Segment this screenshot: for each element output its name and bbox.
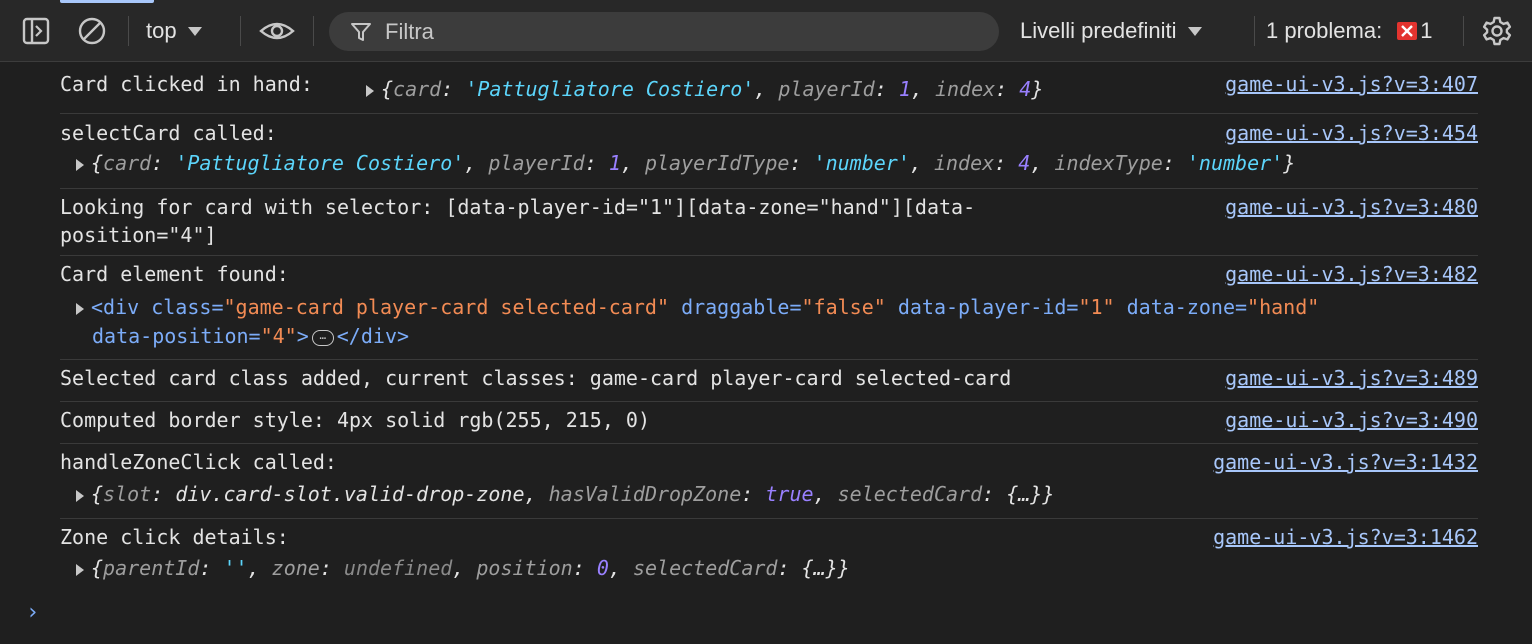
message-text: Card element found: <box>60 262 289 286</box>
toolbar-separator <box>313 16 314 46</box>
expand-arrow-icon[interactable] <box>76 302 84 315</box>
active-tab-indicator <box>60 0 154 3</box>
toolbar-separator <box>1463 16 1464 46</box>
object-preview[interactable]: {card: 'Pattugliatore Costiero', playerI… <box>76 151 1295 175</box>
source-link[interactable]: game-ui-v3.js?v=3:454 <box>1225 121 1478 145</box>
filter-icon <box>351 22 371 41</box>
expand-arrow-icon[interactable] <box>76 563 84 576</box>
gear-icon <box>1482 16 1512 46</box>
console-prompt[interactable]: › <box>26 600 39 625</box>
element-preview-continued: data-position="4">… </div> <box>92 324 410 348</box>
source-link[interactable]: game-ui-v3.js?v=3:1432 <box>1213 450 1478 474</box>
issues-count: 1 <box>1420 18 1433 43</box>
live-expression-button[interactable] <box>256 13 298 49</box>
element-preview[interactable]: <div class="game-card player-card select… <box>76 295 1319 319</box>
object-preview[interactable]: {parentId: '', zone: undefined, position… <box>76 556 850 580</box>
source-link[interactable]: game-ui-v3.js?v=3:489 <box>1225 366 1478 390</box>
message-text: Looking for card with selector: [data-pl… <box>60 195 976 219</box>
console-message: Card clicked in hand: {card: 'Pattugliat… <box>60 62 1478 114</box>
context-selector[interactable]: top <box>146 13 226 49</box>
source-link[interactable]: game-ui-v3.js?v=3:490 <box>1225 408 1478 432</box>
console-message: selectCard called: {card: 'Pattugliatore… <box>60 113 1478 189</box>
toolbar-separator <box>240 16 241 46</box>
filter-input[interactable] <box>385 18 985 45</box>
chevron-down-icon <box>1187 27 1202 36</box>
object-preview[interactable]: {card: 'Pattugliatore Costiero', playerI… <box>366 77 1043 101</box>
console-message: Selected card class added, current class… <box>60 359 1478 402</box>
message-text-continued: position="4"] <box>60 223 217 247</box>
log-levels-label: Livelli predefiniti <box>1020 18 1177 43</box>
sidebar-toggle-icon <box>22 17 50 45</box>
console-message: Computed border style: 4px solid rgb(255… <box>60 401 1478 444</box>
collapsed-children-icon[interactable]: … <box>311 329 334 346</box>
source-link[interactable]: game-ui-v3.js?v=3:480 <box>1225 195 1478 219</box>
expand-arrow-icon[interactable] <box>76 489 84 502</box>
toolbar-separator <box>1254 16 1255 46</box>
settings-button[interactable] <box>1478 13 1516 49</box>
clear-console-icon <box>78 17 106 45</box>
source-link[interactable]: game-ui-v3.js?v=3:407 <box>1225 72 1478 96</box>
issues-button[interactable]: 1 problema: 1 <box>1266 13 1452 49</box>
expand-arrow-icon[interactable] <box>76 158 84 171</box>
console-message: Zone click details: {parentId: '', zone:… <box>60 518 1478 593</box>
expand-arrow-icon[interactable] <box>366 84 374 97</box>
source-link[interactable]: game-ui-v3.js?v=3:482 <box>1225 262 1478 286</box>
source-link[interactable]: game-ui-v3.js?v=3:1462 <box>1213 525 1478 549</box>
clear-console-button[interactable] <box>74 13 110 49</box>
issues-label: 1 problema: <box>1266 18 1383 43</box>
context-label: top <box>146 18 177 43</box>
console-message: handleZoneClick called: {slot: div.card-… <box>60 443 1478 519</box>
console-message: Card element found: <div class="game-car… <box>60 255 1478 360</box>
message-text: Computed border style: 4px solid rgb(255… <box>60 408 651 432</box>
chevron-down-icon <box>187 27 202 36</box>
message-text: Zone click details: <box>60 525 289 549</box>
message-text: Selected card class added, current class… <box>60 366 1012 390</box>
message-text: Card clicked in hand: <box>60 72 313 96</box>
sidebar-toggle-button[interactable] <box>18 13 54 49</box>
filter-bar[interactable] <box>329 12 999 51</box>
eye-icon <box>259 22 295 40</box>
message-text: selectCard called: <box>60 121 277 145</box>
message-text: handleZoneClick called: <box>60 450 337 474</box>
error-icon <box>1397 22 1418 40</box>
log-levels-dropdown[interactable]: Livelli predefiniti <box>1020 13 1236 49</box>
console-message: Looking for card with selector: [data-pl… <box>60 188 1478 256</box>
toolbar-separator <box>128 16 129 46</box>
object-preview[interactable]: {slot: div.card-slot.valid-drop-zone, ha… <box>76 482 1054 506</box>
console-toolbar: top Livelli predefiniti 1 problema: 1 <box>0 0 1532 62</box>
console-messages: Card clicked in hand: {card: 'Pattugliat… <box>0 62 1532 644</box>
